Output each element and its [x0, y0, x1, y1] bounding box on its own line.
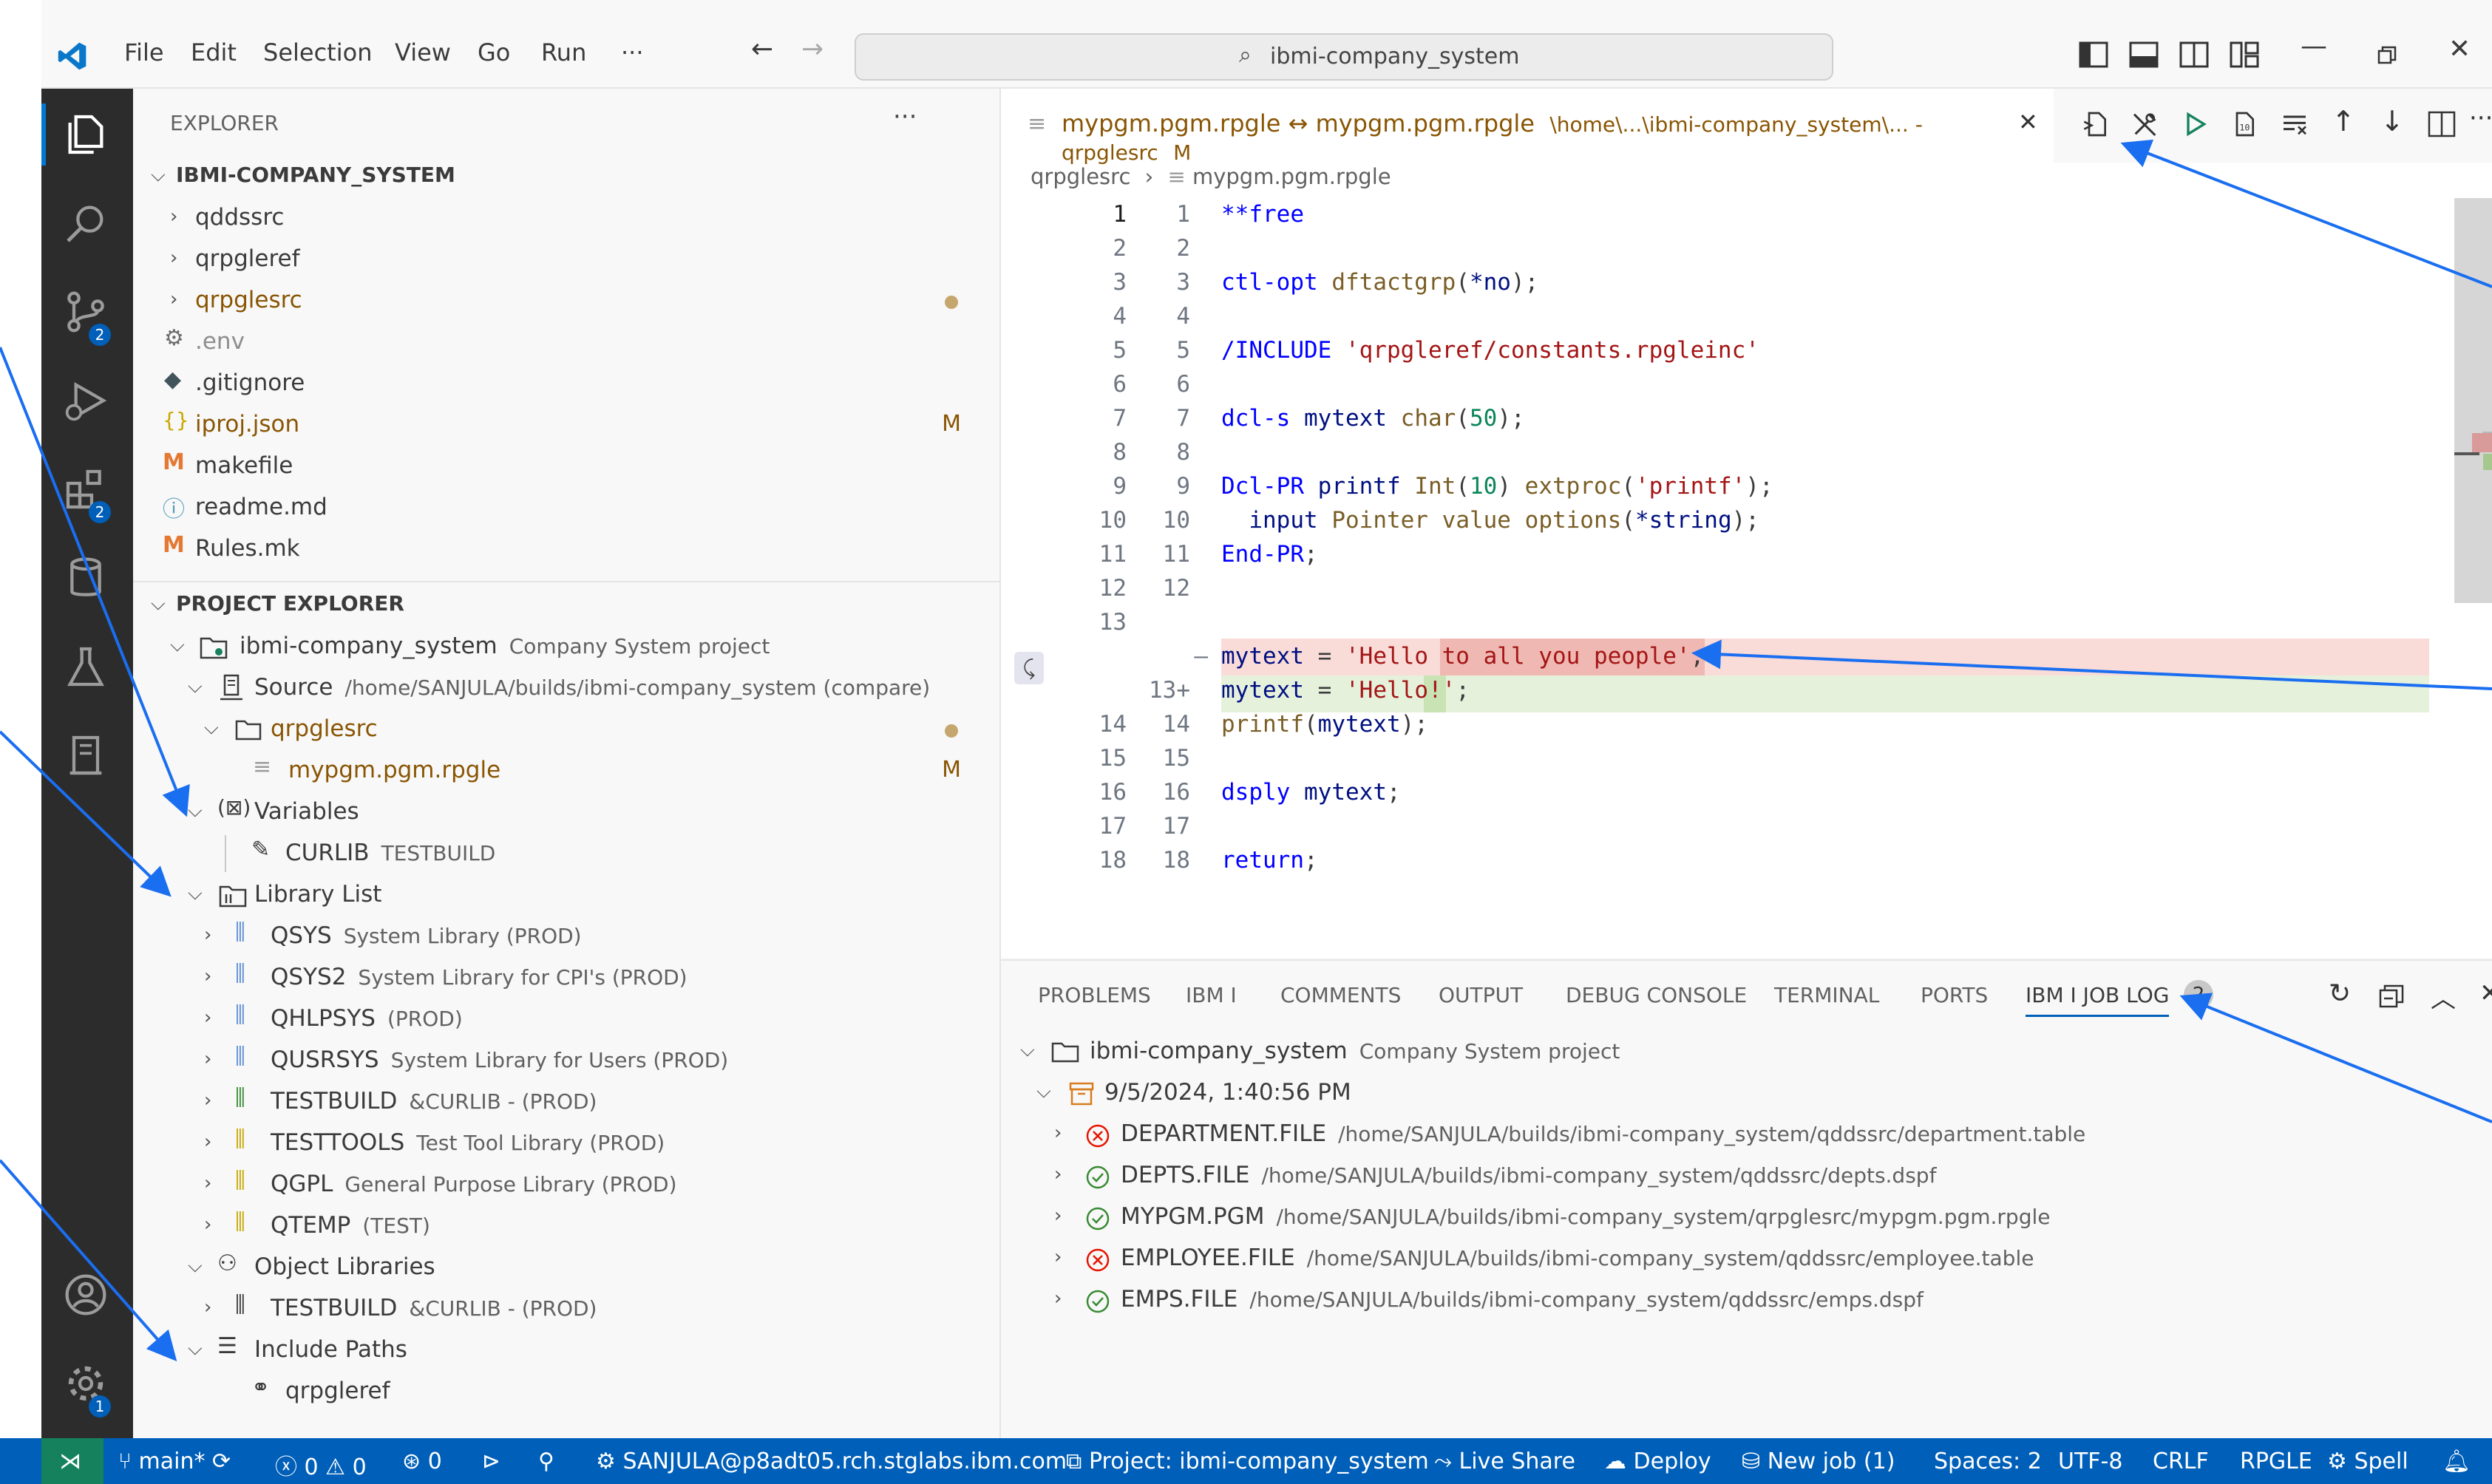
callout-arrow	[0, 347, 190, 817]
callout-arrow	[0, 1159, 177, 1362]
callout-arrow	[2179, 993, 2492, 1123]
callout-arrow	[0, 730, 172, 897]
callout-arrows-overlay	[0, 139, 2492, 1362]
callout-arrow	[2120, 139, 2492, 288]
callout-arrow	[1691, 639, 2492, 690]
